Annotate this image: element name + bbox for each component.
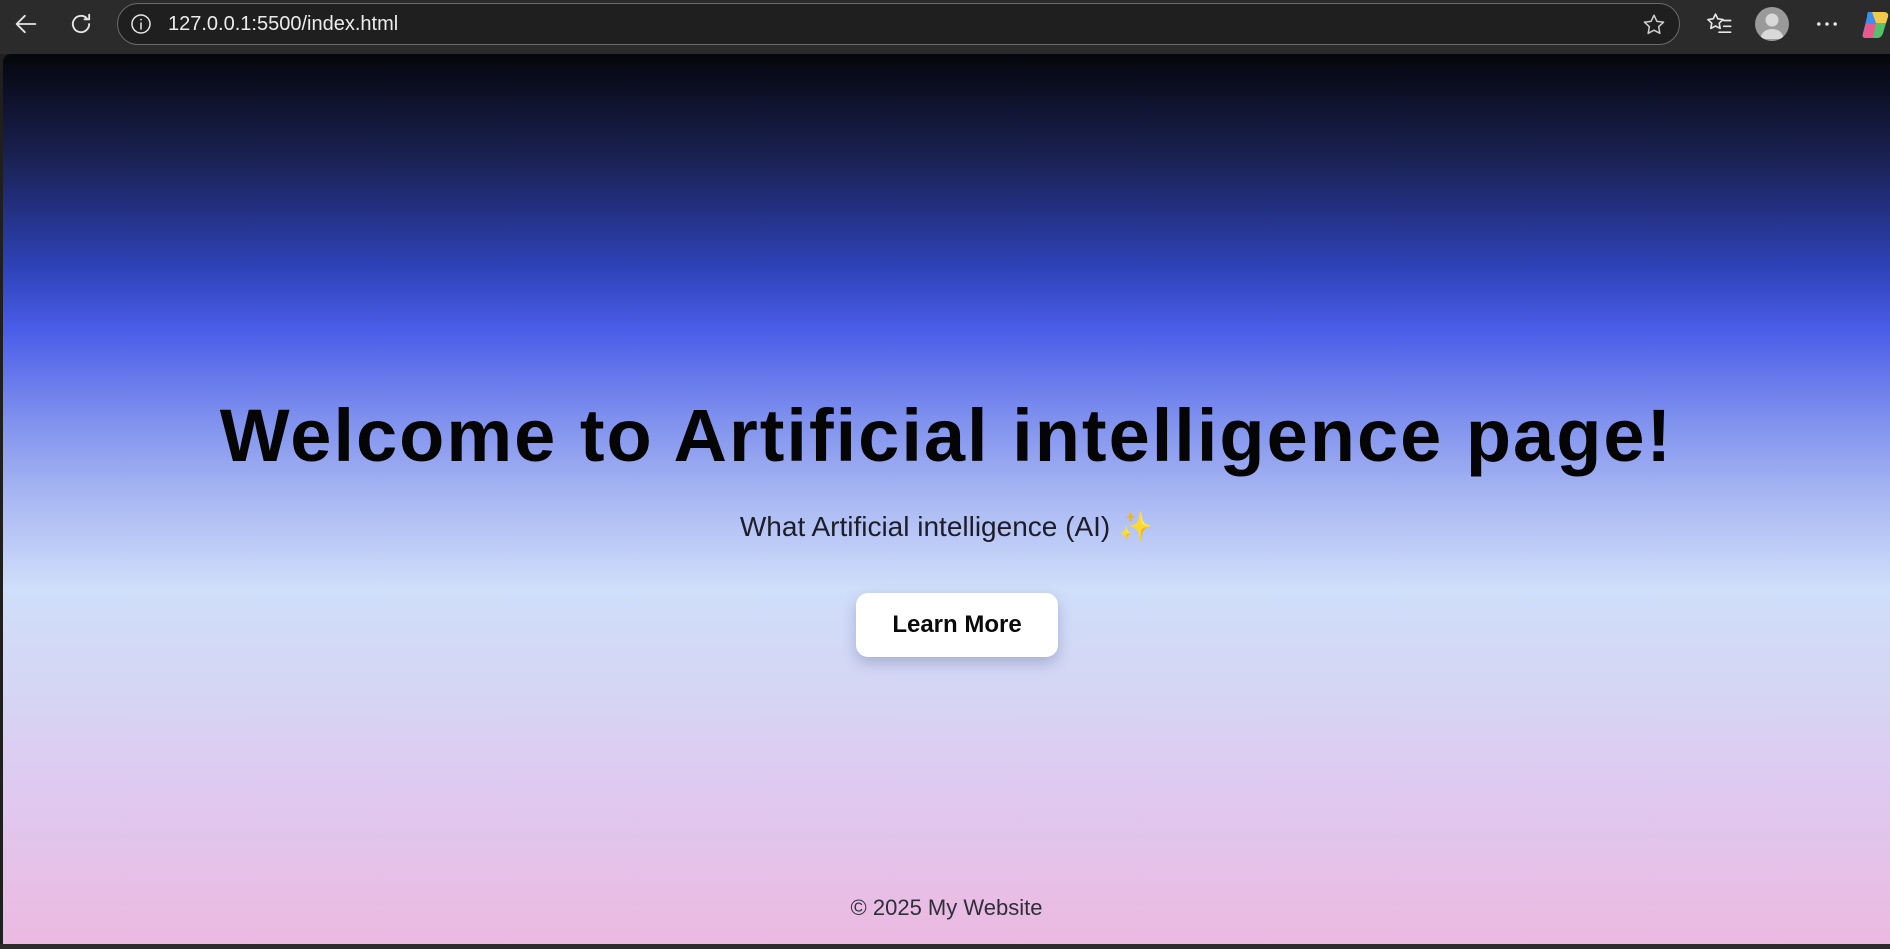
profile-avatar-icon[interactable]	[1755, 7, 1789, 41]
more-icon[interactable]	[1809, 6, 1845, 42]
sparkles-icon: ✨	[1118, 510, 1154, 543]
info-icon[interactable]	[130, 13, 152, 35]
page-viewport: Welcome to Artificial intelligence page!…	[3, 54, 1890, 944]
back-arrow-icon[interactable]	[8, 6, 44, 42]
subtitle-text: What Artificial intelligence (AI)	[739, 511, 1111, 542]
url-text[interactable]: 127.0.0.1:5500/index.html	[168, 4, 398, 44]
favorites-icon[interactable]	[1701, 6, 1737, 42]
star-icon[interactable]	[1641, 12, 1667, 38]
footer-copyright: © 2025 My Website	[850, 895, 1043, 920]
learn-more-button[interactable]: Learn More	[856, 593, 1058, 657]
reload-icon[interactable]	[63, 6, 99, 42]
address-bar[interactable]: 127.0.0.1:5500/index.html	[117, 3, 1680, 45]
page-title: Welcome to Artificial intelligence page!	[219, 394, 1674, 477]
page-subtitle: What Artificial intelligence (AI) ✨	[3, 509, 1890, 545]
copilot-icon[interactable]	[1862, 8, 1890, 40]
window-bottom-edge	[0, 944, 1890, 949]
browser-toolbar: 127.0.0.1:5500/index.html	[0, 0, 1890, 54]
